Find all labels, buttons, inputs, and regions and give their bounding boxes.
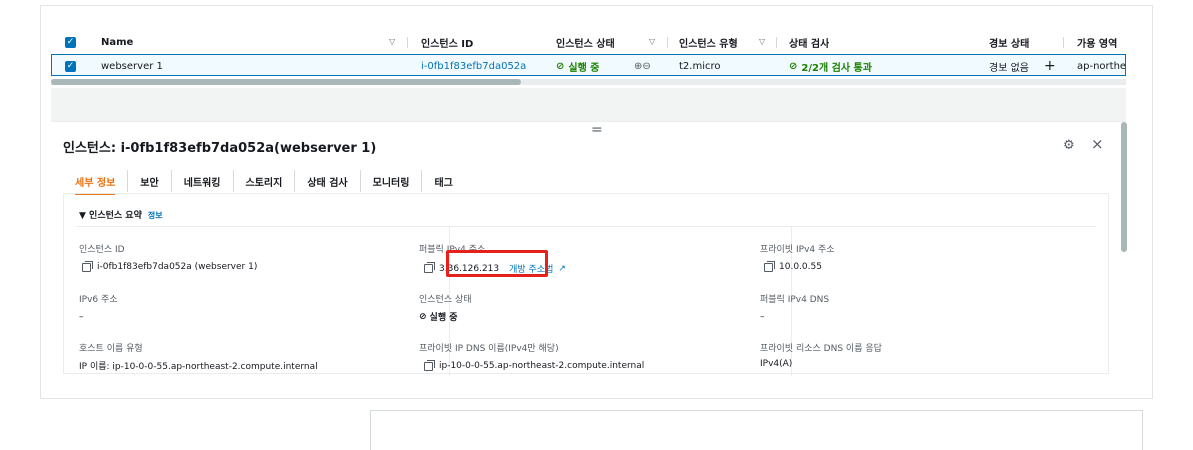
public-dns-value: – [760, 312, 765, 322]
resource-dns-label: 프라이빗 리소스 DNS 이름 응답 [760, 344, 882, 354]
sort-icon[interactable]: ▽ [389, 37, 395, 46]
copy-icon[interactable] [82, 260, 93, 272]
vertical-scrollbar[interactable] [1121, 122, 1127, 252]
info-link[interactable]: 정보 [148, 211, 163, 220]
row-instance-id-link[interactable]: i-0fb1f83efb7da052a [421, 55, 526, 77]
header-instance-state[interactable]: 인스턴스 상태 [556, 31, 615, 53]
add-alarm-button[interactable]: + [1044, 55, 1056, 77]
tab-security[interactable]: 보안 [128, 170, 172, 192]
detail-tabs: 세부 정보 보안 네트워킹 스토리지 상태 검사 모니터링 태그 [63, 170, 1109, 195]
header-status-check[interactable]: 상태 검사 [789, 31, 829, 53]
private-ip-value: 10.0.0.55 [779, 262, 822, 272]
resize-handle[interactable]: = [591, 123, 603, 137]
section-instance-summary[interactable]: ▼ 인스턴스 요약 정보 [79, 208, 163, 221]
row-availability-zone: ap-northe [1077, 60, 1127, 72]
horizontal-scrollbar[interactable] [51, 79, 1126, 85]
gear-icon[interactable]: ⚙ [1063, 138, 1075, 153]
tab-status-check[interactable]: 상태 검사 [295, 170, 361, 192]
hostname-type-label: 호스트 이름 유형 [79, 344, 143, 354]
header-availability-zone[interactable]: 가용 영역 [1077, 31, 1117, 53]
ipv6-label: IPv6 주소 [79, 295, 118, 305]
header-instance-id[interactable]: 인스턴스 ID [421, 31, 473, 53]
check-circle-icon: ⊘ [419, 311, 427, 322]
panel-title: 인스턴스: i-0fb1f83efb7da052a(webserver 1) [63, 141, 377, 156]
instance-state-label: 인스턴스 상태 [419, 295, 472, 305]
copy-icon[interactable] [764, 260, 775, 272]
select-all-checkbox[interactable]: ✓ [65, 36, 76, 48]
copy-icon[interactable] [424, 262, 435, 273]
instance-detail-panel: = 인스턴스: i-0fb1f83efb7da052a(webserver 1)… [51, 121, 1127, 376]
instance-id-value: i-0fb1f83efb7da052a (webserver 1) [97, 262, 258, 272]
row-instance-type: t2.micro [679, 60, 721, 72]
tab-storage[interactable]: 스토리지 [234, 170, 296, 192]
scrollbar-thumb[interactable] [51, 79, 521, 85]
tab-details[interactable]: 세부 정보 [63, 170, 129, 195]
tab-networking[interactable]: 네트워킹 [172, 170, 234, 192]
tab-tags[interactable]: 태그 [422, 170, 464, 192]
check-circle-icon: ⊘ [556, 60, 565, 72]
details-content: ▼ 인스턴스 요약 정보 인스턴스 ID i-0fb1f83efb7da052a … [63, 193, 1109, 376]
private-ip-label: 프라이빗 IPv4 주소 [760, 245, 835, 255]
bottom-panel [370, 410, 1143, 450]
table-header: ✓ Name ▽ 인스턴스 ID 인스턴스 상태 ▽ 인스턴스 유형 ▽ 상태 … [51, 31, 1126, 53]
public-dns-label: 퍼블릭 IPv4 DNS [760, 295, 830, 305]
row-name: webserver 1 [101, 60, 163, 72]
resource-dns-value: IPv4(A) [760, 359, 793, 369]
sort-icon[interactable]: ▽ [649, 37, 655, 46]
header-instance-type[interactable]: 인스턴스 유형 [679, 31, 738, 53]
highlight-box [446, 250, 548, 277]
private-dns-label: 프라이빗 IP DNS 이름(IPv4만 해당) [419, 344, 559, 354]
instance-id-label: 인스턴스 ID [79, 245, 125, 255]
console-frame: ✓ Name ▽ 인스턴스 ID 인스턴스 상태 ▽ 인스턴스 유형 ▽ 상태 … [40, 5, 1153, 399]
hostname-type-value: IP 이름: ip-10-0-0-55.ap-northeast-2.compu… [79, 362, 318, 372]
row-alarm-state: 경보 없음 [989, 62, 1029, 74]
zoom-icons[interactable]: ⊕⊖ [634, 55, 651, 77]
check-circle-icon: ⊘ [789, 60, 798, 72]
close-button[interactable]: × [1091, 135, 1104, 153]
row-checkbox[interactable]: ✓ [65, 60, 76, 72]
header-name[interactable]: Name [101, 31, 133, 53]
external-link-icon[interactable]: ↗ [558, 264, 566, 274]
copy-icon[interactable] [424, 359, 435, 371]
private-dns-value: ip-10-0-0-55.ap-northeast-2.compute.inte… [439, 361, 645, 371]
tab-monitoring[interactable]: 모니터링 [361, 170, 423, 192]
row-state: 실행 중 [568, 62, 600, 74]
row-status-check: 2/2개 검사 통과 [801, 62, 872, 74]
header-alarm-state[interactable]: 경보 상태 [989, 31, 1029, 53]
instance-state-value: 실행 중 [429, 313, 458, 323]
sort-icon[interactable]: ▽ [759, 37, 765, 46]
ipv6-value: – [79, 312, 84, 322]
table-row[interactable]: ✓ webserver 1 i-0fb1f83efb7da052a ⊘ 실행 중… [51, 54, 1126, 76]
